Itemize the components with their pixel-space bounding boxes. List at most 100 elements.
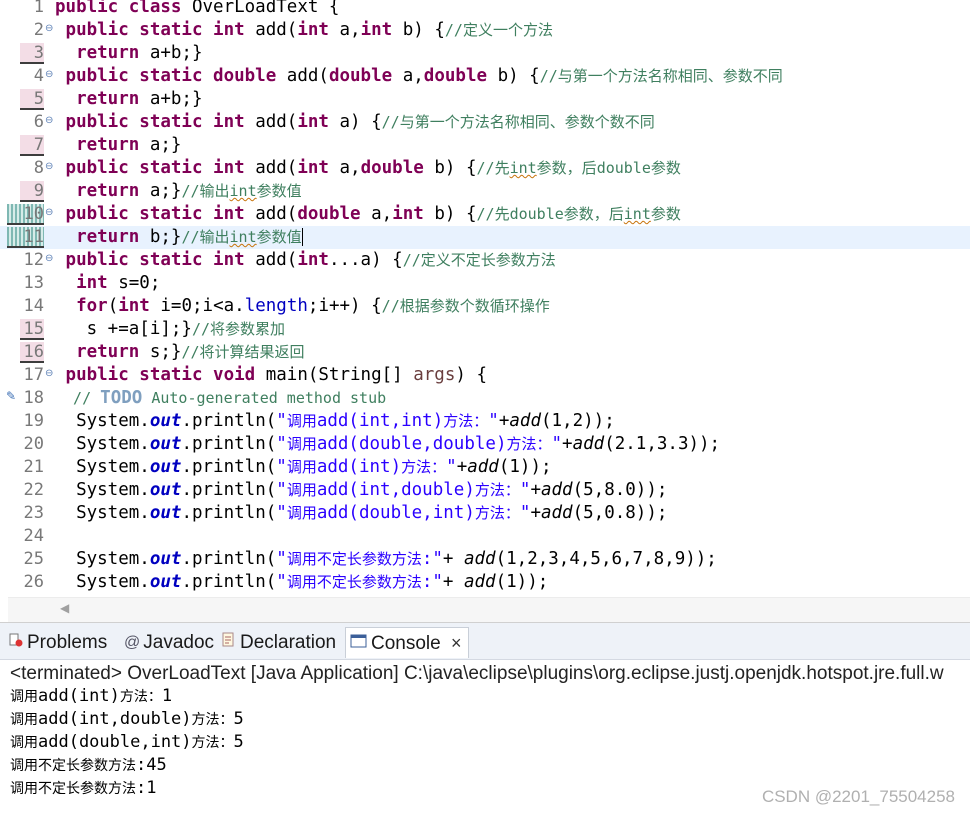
code-token: b) { [434, 204, 477, 224]
line-number: 14 [23, 296, 44, 316]
code-line-11[interactable]: 11 return b;}//输出int参数值 [0, 226, 970, 249]
console-icon [350, 629, 368, 659]
line-number: 5 [33, 89, 44, 109]
fold-toggle-icon[interactable]: ⊖ [45, 253, 53, 265]
code-line-6[interactable]: 6 ⊖ public static int add(int a) {//与第一个方… [0, 111, 970, 134]
code-line-24[interactable]: 24 [0, 525, 970, 548]
code-token: //与第一个方法名称相同、参数不同 [539, 67, 783, 85]
code-token: add( [255, 204, 298, 224]
code-line-20[interactable]: 20 System.out.println("调用add(double,doub… [0, 433, 970, 456]
code-token: .println( [181, 572, 277, 592]
code-token: (1,2)); [540, 411, 615, 431]
line-number: 9 [33, 181, 44, 201]
code-line-16[interactable]: 16 return s;}//将计算结果返回 [0, 341, 970, 364]
tab-declaration[interactable]: Declaration [221, 628, 336, 658]
code-token: (5,8.0)); [572, 480, 668, 500]
line-number: 24 [23, 526, 44, 546]
code-line-26[interactable]: 26 System.out.println("调用不定长参数方法:"+ add(… [0, 571, 970, 594]
code-text: public static int add(double a,int b) {/… [55, 203, 681, 226]
code-line-5[interactable]: 5 return a+b;} [0, 88, 970, 111]
code-line-19[interactable]: 19 System.out.println("调用add(int,int)方法：… [0, 410, 970, 433]
code-line-8[interactable]: 8 ⊖ public static int add(int a,double b)… [0, 157, 970, 180]
tab-declaration-label: Declaration [240, 632, 337, 654]
code-token: args [413, 365, 456, 385]
code-line-21[interactable]: 21 System.out.println("调用add(int)方法："+ad… [0, 456, 970, 479]
code-token: + [456, 457, 468, 477]
code-token: int [297, 158, 340, 178]
scroll-left-arrow-icon[interactable]: ◀ [60, 601, 69, 615]
code-token: a;} [149, 181, 182, 201]
code-token: add( [255, 250, 298, 270]
code-token: b;} [149, 227, 182, 247]
code-line-7[interactable]: 7 return a;} [0, 134, 970, 157]
line-number: 21 [23, 457, 44, 477]
code-line-14[interactable]: 14 for(int i=0;i<a.length;i++) {//根据参数个数… [0, 295, 970, 318]
code-token: TODO [100, 388, 143, 408]
code-line-15[interactable]: 15 s +=a[i];}//将参数累加 [0, 318, 970, 341]
code-token: add [463, 572, 496, 592]
tab-javadoc-label: Javadoc [143, 632, 215, 654]
code-token: public static int [55, 158, 256, 178]
code-line-4[interactable]: 4 ⊖ public static double add(double a,dou… [0, 65, 970, 88]
code-token: b) { [497, 66, 540, 86]
code-line-17[interactable]: 17 ⊖ public static void main(String[] arg… [0, 364, 970, 387]
line-number: 25 [23, 549, 44, 569]
code-token: a, [402, 66, 424, 86]
code-token: .println( [181, 411, 277, 431]
code-token: ) { [455, 365, 487, 385]
fold-toggle-icon[interactable]: ⊖ [45, 207, 53, 219]
code-token: //输出 [181, 182, 230, 200]
code-line-23[interactable]: 23 System.out.println("调用add(double,int)… [0, 502, 970, 525]
code-line-1[interactable]: 1 public class OverLoadText { [0, 0, 970, 19]
code-token: "调用add(int)方法：" [276, 457, 457, 477]
code-token: System. [55, 434, 150, 454]
horizontal-scrollbar[interactable]: ◀ [8, 597, 970, 622]
code-token: .println( [181, 549, 277, 569]
code-token: add [540, 503, 573, 523]
tab-console[interactable]: Console × [345, 627, 469, 658]
code-token: b) { [434, 158, 477, 178]
line-number: 8 [33, 158, 44, 178]
code-line-13[interactable]: 13 int s=0; [0, 272, 970, 295]
code-line-22[interactable]: 22 System.out.println("调用add(int,double)… [0, 479, 970, 502]
code-line-25[interactable]: 25 System.out.println("调用不定长参数方法:"+ add(… [0, 548, 970, 571]
code-line-18[interactable]: 18 ✎ // TODO Auto-generated method stub [0, 387, 970, 410]
fold-toggle-icon[interactable]: ⊖ [45, 161, 53, 173]
tab-problems[interactable]: Problems [8, 628, 107, 658]
code-token: (1)); [495, 572, 549, 592]
code-token: ...a) { [328, 250, 403, 270]
console-status-line: <terminated> OverLoadText [Java Applicat… [10, 663, 944, 684]
fold-toggle-icon[interactable]: ⊖ [45, 115, 53, 127]
fold-toggle-icon[interactable]: ⊖ [45, 69, 53, 81]
code-token: //定义不定长参数方法 [402, 251, 556, 269]
line-number: 4 [33, 66, 44, 86]
code-text: return a;} [55, 134, 181, 157]
line-number: 23 [23, 503, 44, 523]
code-token: //定义一个方法 [444, 21, 553, 39]
code-editor[interactable]: 1 public class OverLoadText {2 ⊖ public st… [0, 0, 970, 622]
code-token: //与第一个方法名称相同、参数个数不同 [381, 113, 655, 131]
code-token: int [509, 159, 537, 177]
line-number: 15 [23, 319, 44, 339]
code-token: add [540, 480, 573, 500]
code-line-12[interactable]: 12 ⊖ public static int add(int...a) {//定义… [0, 249, 970, 272]
code-line-10[interactable]: 10 ⊖ public static int add(double a,int b… [0, 203, 970, 226]
tab-javadoc[interactable]: @ Javadoc [124, 628, 214, 658]
code-line-3[interactable]: 3 return a+b;} [0, 42, 970, 65]
code-line-9[interactable]: 9 return a;}//输出int参数值 [0, 180, 970, 203]
code-token: + [530, 480, 541, 500]
fold-toggle-icon[interactable]: ⊖ [45, 23, 53, 35]
tab-console-label: Console [371, 633, 441, 654]
code-text: System.out.println("调用add(int,int)方法："+a… [55, 410, 615, 433]
code-line-2[interactable]: 2 ⊖ public static int add(int a,int b) {/… [0, 19, 970, 42]
code-token: main(String[] [265, 365, 414, 385]
code-token: s;} [149, 342, 182, 362]
line-number: 26 [23, 572, 44, 592]
fold-toggle-icon[interactable]: ⊖ [45, 368, 53, 380]
code-token: double [328, 66, 403, 86]
close-icon[interactable]: × [451, 633, 462, 653]
line-number: 3 [33, 43, 44, 63]
code-token: 参数 [650, 205, 681, 223]
code-token: int [360, 20, 403, 40]
console-output-line: 调用add(int)方法：1 [10, 686, 173, 706]
